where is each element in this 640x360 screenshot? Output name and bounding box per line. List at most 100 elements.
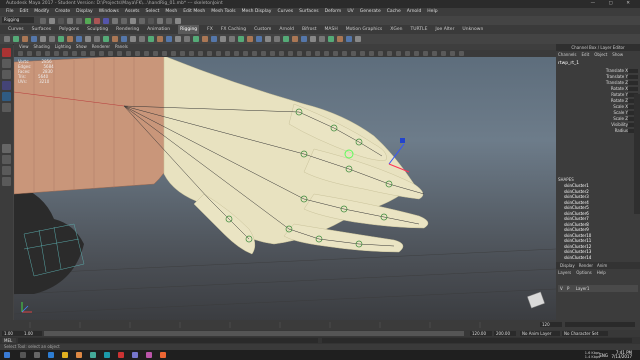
menu-item[interactable]: Surfaces	[299, 8, 319, 16]
shape-node[interactable]: skinCluster7	[564, 216, 589, 221]
attribute-name[interactable]: Scale Z	[568, 116, 628, 121]
attribute-name[interactable]: Translate X	[568, 68, 628, 73]
panel-tool-icon[interactable]	[450, 50, 455, 56]
status-line-icon[interactable]	[49, 18, 55, 24]
shelf-tab[interactable]: FX	[207, 25, 213, 34]
panel-tool-icon[interactable]	[315, 50, 320, 56]
shape-node[interactable]: skinCluster14	[564, 255, 591, 260]
panel-tool-icon[interactable]	[333, 50, 338, 56]
menu-set-dropdown[interactable]: Rigging	[2, 17, 34, 23]
panel-tool-icon[interactable]	[162, 50, 167, 56]
attribute-name[interactable]: Radius	[568, 128, 628, 133]
panel-menu-item[interactable]: Lighting	[55, 44, 71, 49]
status-line-icon[interactable]	[40, 18, 46, 24]
panel-tool-icon[interactable]	[90, 50, 95, 56]
status-line-icon[interactable]	[94, 18, 100, 24]
clock[interactable]: 7:41 PM 7/13/2017	[611, 351, 632, 359]
layer-menu-item[interactable]: Help	[597, 270, 606, 275]
shelf-tab[interactable]: Arnold	[279, 25, 294, 34]
shape-node[interactable]: skinCluster9	[564, 227, 589, 232]
command-input[interactable]	[18, 338, 318, 343]
shelf-tool-icon[interactable]	[76, 36, 82, 42]
attribute-name[interactable]: Visibility	[568, 122, 628, 127]
attribute-value[interactable]	[628, 68, 638, 73]
range-start-field[interactable]: 1.00	[22, 331, 42, 336]
panel-tool-icon[interactable]	[108, 50, 113, 56]
status-line-icon[interactable]	[121, 18, 127, 24]
menu-item[interactable]: Display	[76, 8, 93, 16]
panel-tool-icon[interactable]	[189, 50, 194, 56]
lasso-tool-icon[interactable]	[2, 59, 11, 68]
channel-menu-item[interactable]: Edit	[582, 52, 590, 57]
shelf-tab[interactable]: TURTLE	[410, 25, 427, 34]
time-slider[interactable]: 120	[0, 320, 640, 330]
menu-item[interactable]: Help	[427, 8, 437, 16]
shelf-tool-icon[interactable]	[328, 36, 334, 42]
shelf-tab[interactable]: XGen	[390, 25, 402, 34]
panel-tool-icon[interactable]	[27, 50, 32, 56]
browser-icon[interactable]	[48, 352, 54, 358]
shelf-tab[interactable]: MASH	[325, 25, 338, 34]
shelf-tool-icon[interactable]	[319, 36, 325, 42]
panel-tool-icon[interactable]	[216, 50, 221, 56]
shelf-tab[interactable]: Animation	[147, 25, 170, 34]
attribute-value[interactable]	[628, 74, 638, 79]
shelf-tool-icon[interactable]	[121, 36, 127, 42]
panel-menu-item[interactable]: Shading	[34, 44, 50, 49]
layer-menu-item[interactable]: Layers	[558, 270, 571, 275]
persp-graph-layout-icon[interactable]	[2, 177, 11, 186]
rotate-tool-icon[interactable]	[2, 92, 11, 101]
window-controls[interactable]: — ▢ ✕	[591, 0, 636, 8]
status-line-icon[interactable]	[130, 18, 136, 24]
panel-menu-item[interactable]: Panels	[115, 44, 128, 49]
range-end-field[interactable]: 120.00	[470, 331, 492, 336]
menu-item[interactable]: Cache	[387, 8, 401, 16]
layer-tab[interactable]: Display	[560, 263, 575, 268]
character-set-dropdown[interactable]: No Character Set	[562, 331, 608, 336]
shelf-tab[interactable]: Surfaces	[32, 25, 52, 34]
start-time-field[interactable]: 1.00	[2, 331, 22, 336]
search-icon[interactable]	[20, 352, 26, 358]
attribute-name[interactable]: Rotate X	[568, 86, 628, 91]
shelf-tool-icon[interactable]	[274, 36, 280, 42]
side-panel-tabs[interactable]	[634, 94, 640, 214]
panel-tool-icon[interactable]	[252, 50, 257, 56]
shelf-tool-icon[interactable]	[148, 36, 154, 42]
status-line-icon[interactable]	[139, 18, 145, 24]
panel-tool-icon[interactable]	[261, 50, 266, 56]
shape-node[interactable]: skinCluster1	[564, 183, 589, 188]
panel-tool-icon[interactable]	[135, 50, 140, 56]
menu-item[interactable]: Modify	[34, 8, 49, 16]
layer-playback-toggle[interactable]: P	[567, 286, 569, 291]
shelf-tool-icon[interactable]	[283, 36, 289, 42]
panel-menu-item[interactable]: View	[19, 44, 29, 49]
scale-tool-icon[interactable]	[2, 103, 11, 112]
attribute-name[interactable]: Translate Y	[568, 74, 628, 79]
single-perspective-layout-icon[interactable]	[2, 144, 11, 153]
shelf-tool-icon[interactable]	[193, 36, 199, 42]
shelf-tool-icon[interactable]	[301, 36, 307, 42]
status-line-icon[interactable]	[166, 18, 172, 24]
status-line-icon[interactable]	[112, 18, 118, 24]
panel-tool-icon[interactable]	[387, 50, 392, 56]
shelf-tab[interactable]: Rendering	[116, 25, 139, 34]
shelf-tab[interactable]: Rigging	[178, 25, 200, 34]
shelf-tool-icon[interactable]	[67, 36, 73, 42]
layer-tab[interactable]: Render	[579, 263, 593, 268]
shelf-tab[interactable]: Polygons	[59, 25, 79, 34]
attribute-value[interactable]	[628, 86, 638, 91]
panel-tool-icon[interactable]	[405, 50, 410, 56]
attribute-name[interactable]: Translate Z	[568, 80, 628, 85]
language-indicator[interactable]: ENG	[599, 353, 608, 358]
panel-tool-icon[interactable]	[63, 50, 68, 56]
shelf-tab[interactable]: Joe Alter	[435, 25, 454, 34]
menu-item[interactable]: File	[6, 8, 14, 16]
status-line-icon[interactable]	[85, 18, 91, 24]
status-line-icon[interactable]	[67, 18, 73, 24]
shelf-tool-icon[interactable]	[58, 36, 64, 42]
panel-tool-icon[interactable]	[378, 50, 383, 56]
shelf-tool-icon[interactable]	[13, 36, 19, 42]
menu-item[interactable]: Edit	[20, 8, 29, 16]
shelf-tool-icon[interactable]	[292, 36, 298, 42]
task-view-icon[interactable]	[34, 352, 40, 358]
